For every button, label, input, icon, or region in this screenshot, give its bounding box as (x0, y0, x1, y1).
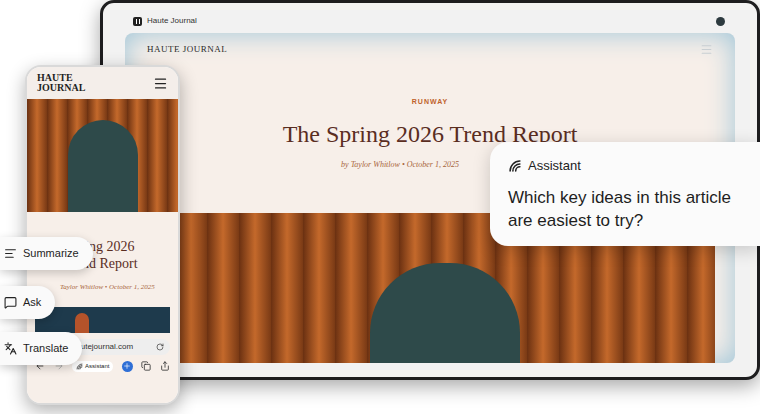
page: Haute JournalHAUTE JOURNALRUNWAYThe Spri… (0, 0, 760, 414)
browser-tab-bar: Haute Journal (103, 3, 757, 33)
menu-icon[interactable] (700, 43, 713, 56)
reload-icon[interactable] (156, 343, 164, 351)
site-favicon-icon (133, 17, 142, 26)
phone-site-logo[interactable]: HAUTEJOURNAL (37, 73, 85, 93)
translate-icon (4, 342, 17, 355)
tabs-icon[interactable] (141, 361, 151, 371)
title-line: ing 2026 (85, 238, 178, 255)
phone-second-photo (35, 307, 170, 333)
action-label: Summarize (23, 245, 79, 262)
ask-button[interactable]: Ask (0, 286, 55, 319)
assistant-bubble: Assistant Which key ideas in this article… (490, 142, 760, 246)
action-label: Translate (23, 340, 68, 357)
translate-button[interactable]: Translate (0, 332, 82, 365)
article-category[interactable]: RUNWAY (412, 97, 448, 108)
logo-line: JOURNAL (37, 83, 85, 93)
logo-line: HAUTE (37, 73, 85, 83)
summarize-icon (4, 247, 17, 260)
phone-site-header: HAUTEJOURNAL (27, 67, 178, 99)
chat-bubble-icon (4, 296, 17, 309)
site-header: HAUTE JOURNAL (125, 33, 735, 57)
summarize-button[interactable]: Summarize (0, 237, 93, 270)
assistant-icon (76, 363, 83, 370)
new-tab-button[interactable] (122, 361, 133, 372)
profile-icon[interactable] (716, 17, 725, 26)
assistant-header: Assistant (508, 156, 742, 176)
assistant-label: Assistant (528, 156, 581, 176)
plus-icon (123, 362, 131, 370)
action-label: Ask (23, 294, 41, 311)
site-logo[interactable]: HAUTE JOURNAL (147, 43, 227, 57)
menu-icon[interactable] (153, 76, 168, 91)
assistant-icon (508, 159, 522, 173)
assistant-question: Which key ideas in this article are easi… (508, 186, 738, 232)
phone-hero-photo (27, 99, 178, 212)
article-byline: by Taylor Whitlow • October 1, 2025 (341, 159, 459, 171)
assistant-toolbar-button[interactable]: Assistant (72, 361, 113, 372)
browser-tab[interactable]: Haute Journal (133, 15, 197, 27)
tab-title: Haute Journal (147, 15, 197, 27)
share-icon[interactable] (160, 361, 170, 371)
